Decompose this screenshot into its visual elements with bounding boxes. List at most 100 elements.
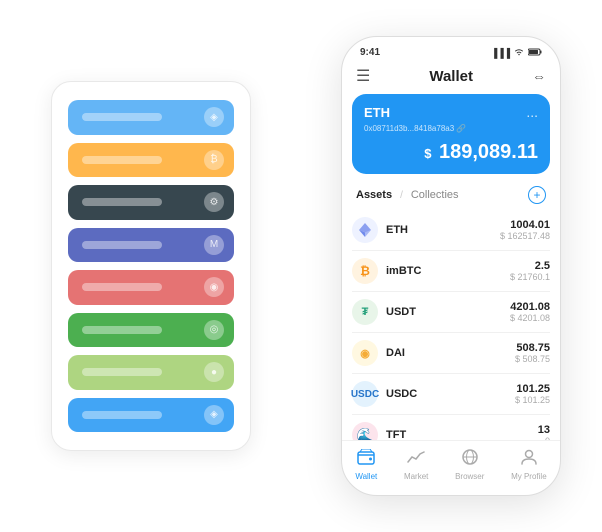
swatch-6: ◎	[68, 313, 234, 348]
profile-nav-icon	[520, 449, 538, 470]
asset-left-tft: 🌊 TFT	[352, 422, 406, 440]
swatch-label-7	[82, 368, 162, 376]
swatch-5: ◉	[68, 270, 234, 305]
asset-right-eth: 1004.01 $ 162517.48	[500, 219, 550, 241]
nav-market-label: Market	[404, 472, 428, 481]
swatch-4: M	[68, 228, 234, 263]
menu-icon[interactable]: ☰	[356, 66, 370, 86]
swatch-1: ◈	[68, 100, 234, 135]
swatch-icon-1: ◈	[204, 107, 224, 127]
swatch-icon-3: ⚙	[204, 192, 224, 212]
page-title: Wallet	[429, 68, 473, 85]
asset-amount-usdc: 101.25	[515, 383, 550, 395]
asset-name-dai: DAI	[386, 347, 405, 359]
asset-left-eth: ETH	[352, 217, 408, 243]
eth-balance: $ 189,089.11	[364, 141, 538, 164]
nav-profile-label: My Profile	[511, 472, 547, 481]
swatch-label-5	[82, 283, 162, 291]
asset-row-usdc: USDC USDC 101.25 $ 101.25	[352, 374, 550, 415]
asset-value-usdc: $ 101.25	[515, 395, 550, 405]
swatch-icon-7: ●	[204, 362, 224, 382]
swatch-label-1	[82, 113, 162, 121]
swatch-icon-4: M	[204, 235, 224, 255]
eth-card: ETH ... 0x08711d3b...8418a78a3 🔗 $ 189,0…	[352, 94, 550, 174]
asset-value-imbtc: $ 21760.1	[510, 272, 550, 282]
swatch-label-2	[82, 156, 162, 164]
bottom-nav: Wallet Market Browser	[342, 440, 560, 495]
nav-wallet-label: Wallet	[355, 472, 377, 481]
asset-icon-usdt: ₮	[352, 299, 378, 325]
status-icons: ▐▐▐	[491, 48, 542, 58]
asset-amount-imbtc: 2.5	[510, 260, 550, 272]
eth-ticker: ETH	[364, 105, 390, 120]
swatch-8: ◈	[68, 398, 234, 433]
tabs-left: Assets / Collecties	[356, 189, 459, 201]
nav-market[interactable]: Market	[404, 449, 428, 481]
asset-value-eth: $ 162517.48	[500, 231, 550, 241]
swatch-icon-2: ₿	[204, 150, 224, 170]
swatch-icon-8: ◈	[204, 405, 224, 425]
eth-balance-value: 189,089.11	[433, 141, 538, 163]
swatch-icon-6: ◎	[204, 320, 224, 340]
asset-name-usdc: USDC	[386, 388, 417, 400]
swatch-card: ◈ ₿ ⚙ M ◉ ◎ ● ◈	[51, 81, 251, 451]
eth-address: 0x08711d3b...8418a78a3 🔗	[364, 124, 538, 133]
swatch-label-4	[82, 241, 162, 249]
asset-left-imbtc: ₿ imBTC	[352, 258, 421, 284]
scene: ◈ ₿ ⚙ M ◉ ◎ ● ◈	[21, 21, 581, 511]
eth-more-icon[interactable]: ...	[526, 104, 538, 120]
eth-card-header: ETH ...	[364, 104, 538, 120]
asset-icon-eth	[352, 217, 378, 243]
scan-icon[interactable]: ⇔	[532, 68, 546, 84]
asset-row-tft: 🌊 TFT 13 0	[352, 415, 550, 440]
asset-icon-imbtc: ₿	[352, 258, 378, 284]
asset-name-eth: ETH	[386, 224, 408, 236]
add-asset-button[interactable]: +	[528, 186, 546, 204]
asset-name-imbtc: imBTC	[386, 265, 421, 277]
wifi-icon	[514, 48, 524, 58]
asset-right-tft: 13 0	[538, 424, 550, 440]
tab-assets[interactable]: Assets	[356, 189, 392, 201]
asset-left-usdt: ₮ USDT	[352, 299, 416, 325]
swatch-icon-5: ◉	[204, 277, 224, 297]
swatch-label-6	[82, 326, 162, 334]
asset-row-eth: ETH 1004.01 $ 162517.48	[352, 210, 550, 251]
phone-header: ☰ Wallet ⇔	[342, 62, 560, 94]
asset-value-dai: $ 508.75	[515, 354, 550, 364]
phone-mockup: 9:41 ▐▐▐	[341, 36, 561, 496]
wallet-nav-icon	[357, 449, 375, 470]
asset-left-dai: ◉ DAI	[352, 340, 405, 366]
asset-left-usdc: USDC USDC	[352, 381, 417, 407]
swatch-3: ⚙	[68, 185, 234, 220]
asset-icon-tft: 🌊	[352, 422, 378, 440]
asset-amount-eth: 1004.01	[500, 219, 550, 231]
asset-row-imbtc: ₿ imBTC 2.5 $ 21760.1	[352, 251, 550, 292]
asset-icon-dai: ◉	[352, 340, 378, 366]
asset-amount-tft: 13	[538, 424, 550, 436]
asset-right-dai: 508.75 $ 508.75	[515, 342, 550, 364]
asset-amount-dai: 508.75	[515, 342, 550, 354]
asset-right-imbtc: 2.5 $ 21760.1	[510, 260, 550, 282]
status-bar: 9:41 ▐▐▐	[342, 37, 560, 62]
asset-amount-usdt: 4201.08	[510, 301, 550, 313]
assets-tabs: Assets / Collecties +	[342, 184, 560, 210]
nav-browser[interactable]: Browser	[455, 449, 484, 481]
dollar-sign: $	[424, 146, 431, 161]
nav-profile[interactable]: My Profile	[511, 449, 547, 481]
asset-row-usdt: ₮ USDT 4201.08 $ 4201.08	[352, 292, 550, 333]
asset-name-usdt: USDT	[386, 306, 416, 318]
asset-list: ETH 1004.01 $ 162517.48 ₿ imBTC 2.5 $ 21…	[342, 210, 560, 440]
tab-collecties[interactable]: Collecties	[411, 189, 459, 201]
swatch-label-8	[82, 411, 162, 419]
market-nav-icon	[407, 449, 425, 470]
asset-right-usdc: 101.25 $ 101.25	[515, 383, 550, 405]
status-time: 9:41	[360, 47, 380, 58]
nav-wallet[interactable]: Wallet	[355, 449, 377, 481]
browser-nav-icon	[461, 449, 479, 470]
battery-icon	[528, 48, 542, 58]
asset-icon-usdc: USDC	[352, 381, 378, 407]
asset-value-usdt: $ 4201.08	[510, 313, 550, 323]
swatch-label-3	[82, 198, 162, 206]
asset-right-usdt: 4201.08 $ 4201.08	[510, 301, 550, 323]
swatch-2: ₿	[68, 143, 234, 178]
